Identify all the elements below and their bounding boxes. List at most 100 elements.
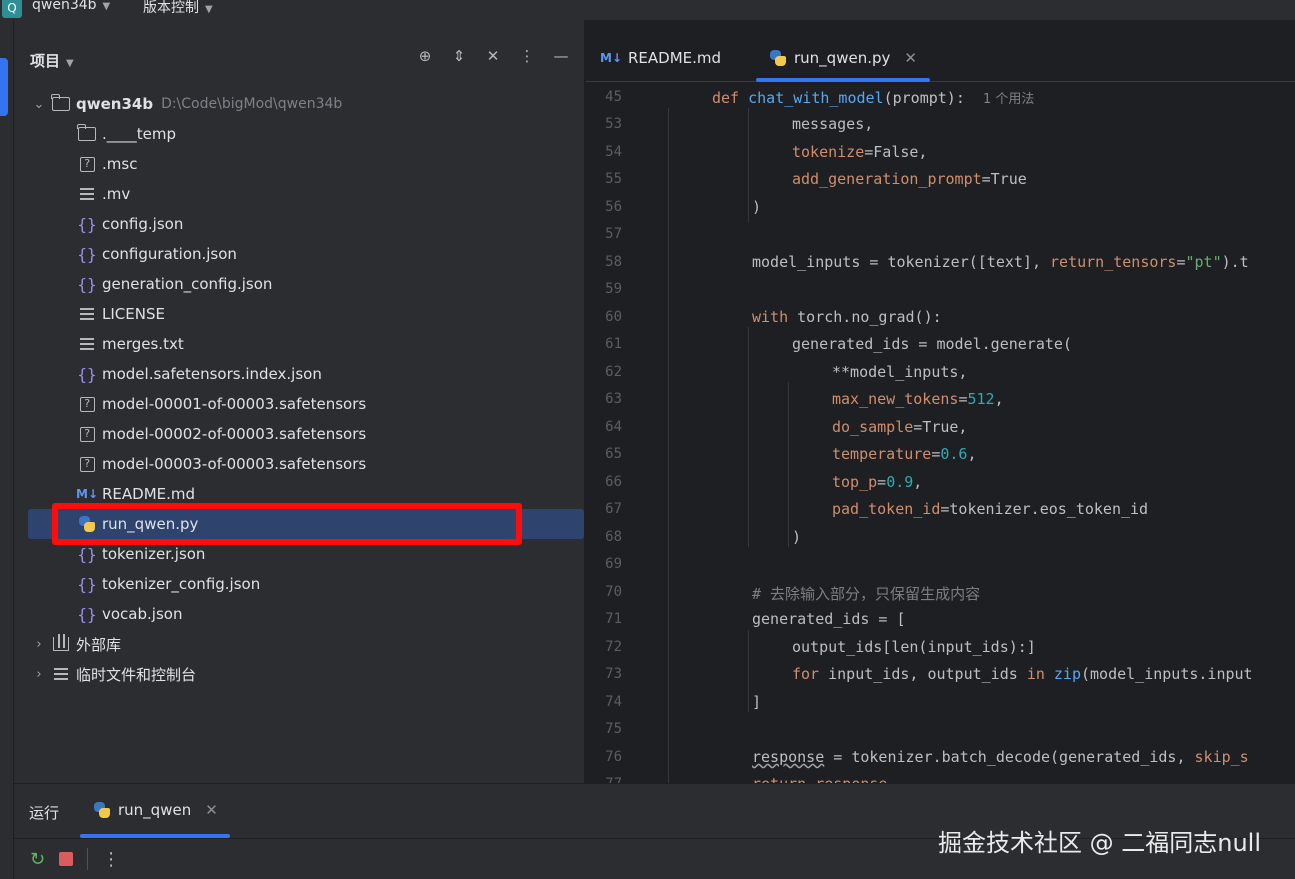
tree-file-item[interactable]: {} generation_config.json <box>14 269 585 299</box>
line-number[interactable]: 45 <box>586 89 622 105</box>
line-number[interactable]: 54 <box>586 144 622 160</box>
tab-label: run_qwen.py <box>794 49 891 67</box>
tree-scratches[interactable]: › 临时文件和控制台 <box>14 659 585 689</box>
file-name: model-00003-of-00003.safetensors <box>102 455 367 473</box>
tree-file-item[interactable]: ? .msc <box>14 149 585 179</box>
text-file-icon <box>78 335 96 353</box>
text-file-icon <box>78 305 96 323</box>
line-number[interactable]: 61 <box>586 336 622 352</box>
file-name: vocab.json <box>102 605 183 623</box>
scratches-icon <box>54 668 68 680</box>
file-name: model-00001-of-00003.safetensors <box>102 395 367 413</box>
code-line-72: output_ids[len(input_ids):] <box>792 638 1036 656</box>
code-line-64: do_sample=True, <box>832 418 968 436</box>
code-editor[interactable]: M↓ README.md run_qwen.py ✕ 45 53 54 55 56 57 5… <box>586 20 1295 783</box>
python-icon <box>94 802 110 818</box>
vcs-menu[interactable]: 版本控制 ▼ <box>143 0 213 17</box>
code-line-76: response = tokenizer.batch_decode(genera… <box>752 748 1249 766</box>
unknown-file-icon: ? <box>78 425 96 443</box>
line-number[interactable]: 67 <box>586 501 622 517</box>
indent-guide <box>788 382 789 547</box>
tree-root[interactable]: ⌄ qwen34b D:\Code\bigMod\qwen34b <box>14 89 585 119</box>
chevron-right-icon[interactable]: › <box>32 637 46 652</box>
line-number[interactable]: 55 <box>586 171 622 187</box>
line-number[interactable]: 58 <box>586 254 622 270</box>
line-number[interactable]: 74 <box>586 694 622 710</box>
line-number[interactable]: 64 <box>586 419 622 435</box>
json-file-icon: {} <box>77 544 97 564</box>
tab-readme[interactable]: M↓ README.md <box>600 46 721 70</box>
rerun-icon[interactable]: ↻ <box>30 849 45 870</box>
more-options-icon[interactable]: ⋮ <box>102 849 120 870</box>
tree-file-item[interactable]: ? model-00002-of-00003.safetensors <box>14 419 585 449</box>
tree-external-libs[interactable]: › 外部库 <box>14 629 585 659</box>
tab-run-qwen[interactable]: run_qwen.py ✕ <box>770 46 917 70</box>
more-options-icon[interactable]: ⋮ <box>517 46 537 66</box>
chevron-right-icon[interactable]: › <box>32 667 46 682</box>
line-number[interactable]: 75 <box>586 721 622 737</box>
line-number[interactable]: 72 <box>586 639 622 655</box>
code-line-53: messages, <box>792 115 874 133</box>
code-line-70: # 去除输入部分，只保留生成内容 <box>752 585 981 603</box>
line-number[interactable]: 68 <box>586 529 622 545</box>
line-number[interactable]: 65 <box>586 446 622 462</box>
markdown-icon: M↓ <box>600 51 622 65</box>
file-name: merges.txt <box>102 335 184 353</box>
tree-file-item[interactable]: {} tokenizer_config.json <box>14 569 585 599</box>
stop-icon[interactable] <box>59 852 74 866</box>
locate-icon[interactable]: ⊕ <box>415 46 435 66</box>
code-line-68: ) <box>792 528 802 546</box>
ide-window: Q qwen34b ▼ 版本控制 ▼ 项目 ▼ ⊕ ⇕ ✕ ⋮ — ⌄ qwen34b… <box>0 0 1295 879</box>
project-view-selector[interactable]: 项目 ▼ <box>30 50 74 71</box>
tree-file-item[interactable]: {} configuration.json <box>14 239 585 269</box>
project-tool-button[interactable] <box>0 58 8 116</box>
expand-all-icon[interactable]: ⇕ <box>449 46 469 66</box>
line-number[interactable]: 71 <box>586 611 622 627</box>
tree-file-item[interactable]: {} vocab.json <box>14 599 585 629</box>
tree-file-item[interactable]: .mv <box>14 179 585 209</box>
line-number[interactable]: 53 <box>586 116 622 132</box>
line-number[interactable]: 56 <box>586 199 622 215</box>
line-number[interactable]: 60 <box>586 309 622 325</box>
project-switcher[interactable]: qwen34b ▼ <box>32 0 110 13</box>
usage-hint[interactable]: 1 个用法 <box>983 92 1034 107</box>
json-file-icon: {} <box>77 604 97 624</box>
folder-icon <box>77 124 96 143</box>
line-number[interactable]: 57 <box>586 226 622 242</box>
chevron-down-icon[interactable]: ⌄ <box>32 97 46 112</box>
close-icon[interactable]: ✕ <box>904 49 917 67</box>
file-name: generation_config.json <box>102 275 273 293</box>
line-number[interactable]: 66 <box>586 474 622 490</box>
line-number[interactable]: 59 <box>586 281 622 297</box>
indent-guide <box>748 108 749 222</box>
line-number[interactable]: 77 <box>586 776 622 783</box>
code-line-55: add_generation_prompt=True <box>792 170 1027 188</box>
tree-file-item[interactable]: {} config.json <box>14 209 585 239</box>
tree-file-item[interactable]: ? model-00001-of-00003.safetensors <box>14 389 585 419</box>
file-name: .____temp <box>102 125 177 143</box>
markdown-file-icon: M↓ <box>76 487 98 501</box>
code-line-54: tokenize=False, <box>792 143 928 161</box>
external-libs-label: 外部库 <box>76 635 122 654</box>
project-name: qwen34b <box>32 0 97 13</box>
project-badge[interactable]: Q <box>2 0 22 18</box>
code-line-74: ] <box>752 693 762 711</box>
line-number[interactable]: 63 <box>586 391 622 407</box>
tree-file-item[interactable]: .____temp <box>14 119 585 149</box>
collapse-all-icon[interactable]: ✕ <box>483 46 503 66</box>
tree-file-item[interactable]: {} model.safetensors.index.json <box>14 359 585 389</box>
line-number[interactable]: 69 <box>586 556 622 572</box>
line-number[interactable]: 70 <box>586 584 622 600</box>
code-line-62: **model_inputs, <box>832 363 968 381</box>
line-number[interactable]: 76 <box>586 749 622 765</box>
tree-file-item[interactable]: LICENSE <box>14 299 585 329</box>
minimize-icon[interactable]: — <box>551 46 571 66</box>
code-line-58: model_inputs = tokenizer([text], return_… <box>752 253 1249 271</box>
close-icon[interactable]: ✕ <box>205 801 218 819</box>
line-number[interactable]: 62 <box>586 364 622 380</box>
tree-file-item[interactable]: ? model-00003-of-00003.safetensors <box>14 449 585 479</box>
tree-file-item[interactable]: merges.txt <box>14 329 585 359</box>
line-number[interactable]: 73 <box>586 666 622 682</box>
chevron-down-icon: ▼ <box>66 58 74 69</box>
run-tab[interactable]: run_qwen ✕ <box>94 801 218 819</box>
